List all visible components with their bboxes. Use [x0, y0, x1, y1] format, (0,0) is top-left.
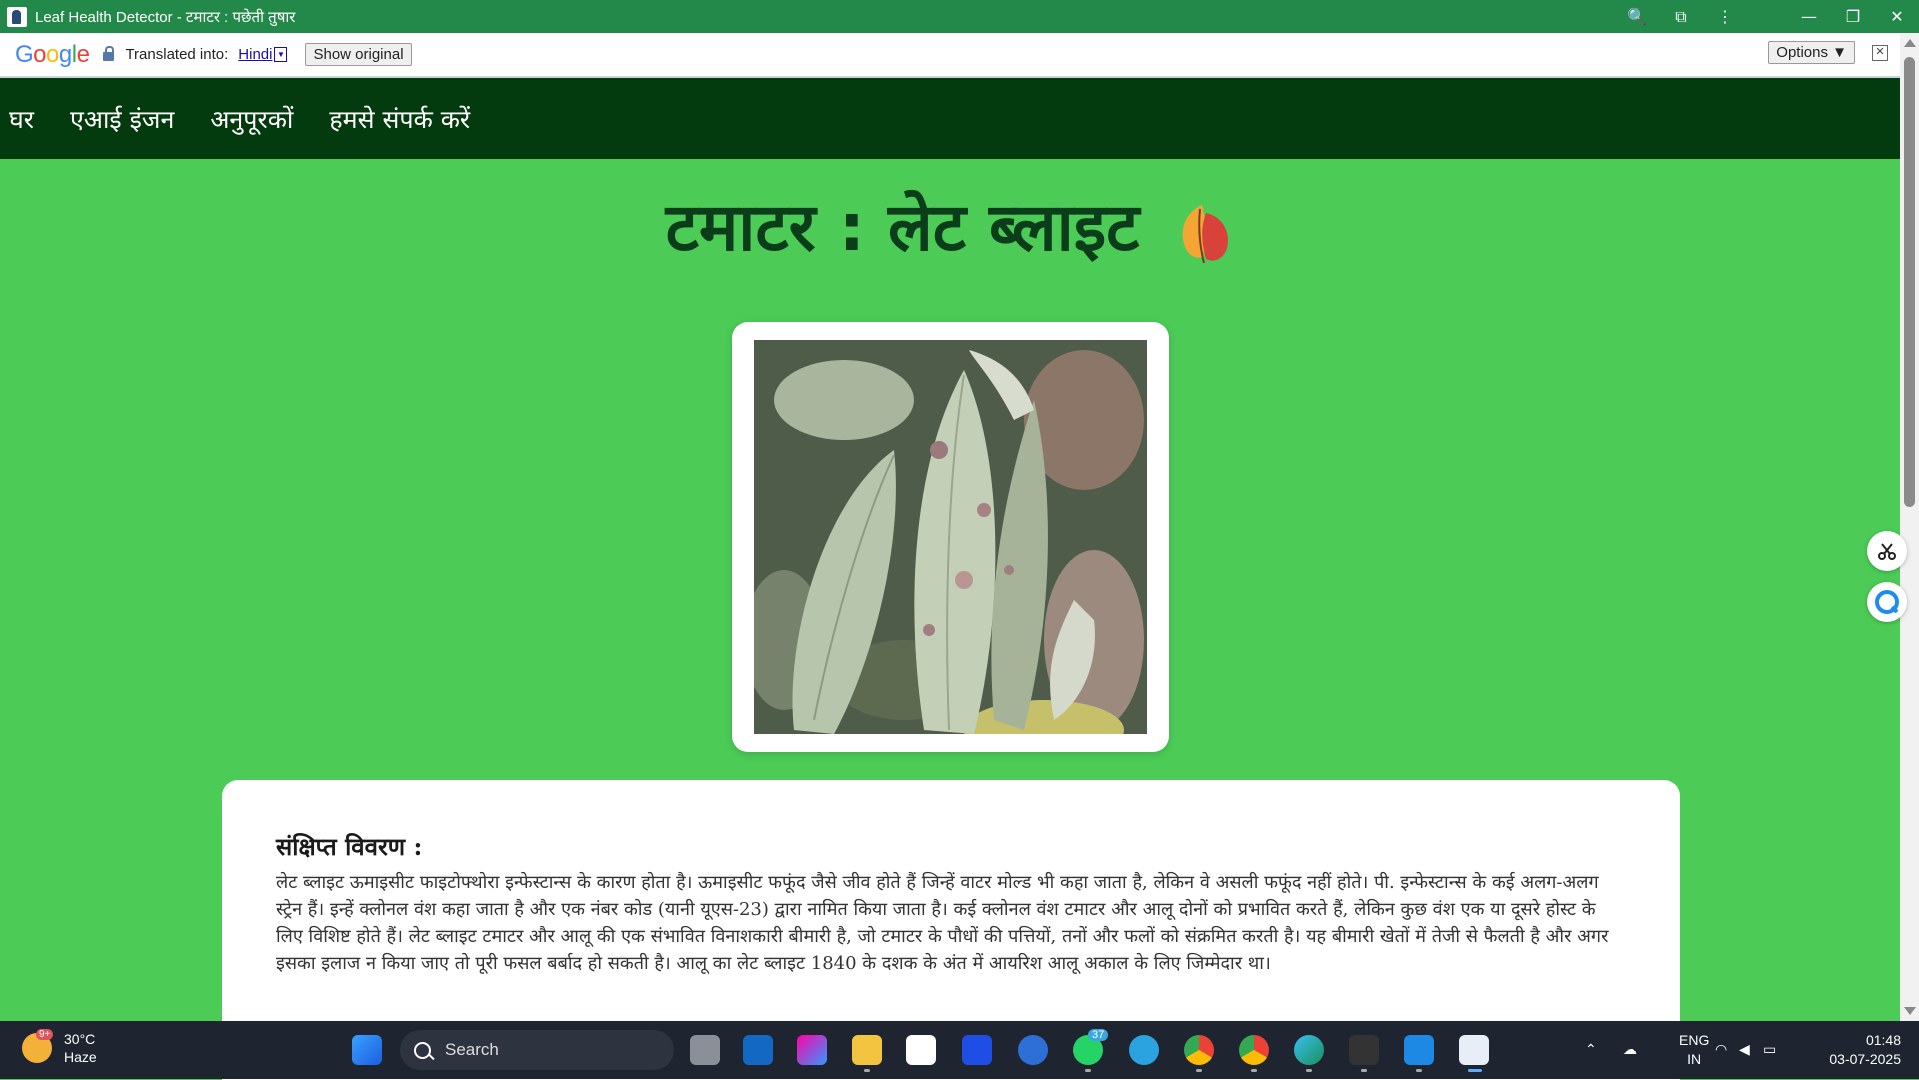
app-icon	[7, 6, 27, 27]
teams-icon[interactable]	[1018, 1035, 1048, 1065]
onedrive-icon[interactable]: ☁	[1623, 1041, 1637, 1058]
scissors-fab[interactable]	[1867, 531, 1907, 571]
description-text: लेट ब्लाइट ऊमाइसीट फाइटोफ्थोरा इन्फेस्टा…	[276, 872, 1609, 974]
terminal-icon[interactable]	[1349, 1035, 1379, 1065]
leaf-photo	[754, 340, 1147, 734]
scroll-up-arrow-icon[interactable]	[1904, 39, 1916, 47]
show-original-button[interactable]: Show original	[305, 43, 412, 66]
description-heading: संक्षिप्त विवरण :	[276, 832, 423, 861]
weather-temperature: 30°C	[64, 1031, 96, 1047]
page-scrollbar[interactable]	[1900, 33, 1919, 1021]
restore-button[interactable]: ❐	[1831, 0, 1875, 33]
nav-item-supplements[interactable]: अनुपूरकों	[210, 102, 293, 136]
nav-item-contact[interactable]: हमसे संपर्क करें	[329, 102, 470, 136]
weather-sun-icon: 9+	[22, 1029, 54, 1063]
translate-options-button[interactable]: Options ▼	[1768, 41, 1855, 64]
window-titlebar: Leaf Health Detector - टमाटर : पछेती तुष…	[0, 0, 1919, 33]
leaf-health-detector-taskbar-icon[interactable]	[1459, 1035, 1489, 1065]
taskbar: 9+ 30°C Haze Search 37 ⌃ ☁ ENG IN ◠ ◀ ▭ …	[0, 1021, 1919, 1079]
autumn-leaf-icon	[1182, 204, 1229, 264]
whatsapp-badge: 37	[1088, 1029, 1109, 1041]
lock-icon	[103, 46, 115, 61]
close-button[interactable]: ✕	[1875, 0, 1919, 33]
language-dropdown-icon[interactable]: ▼	[274, 47, 288, 62]
window-title: Leaf Health Detector - टमाटर : पछेती तुष…	[35, 8, 296, 26]
lang-code: ENG	[1679, 1032, 1710, 1048]
show-hidden-icons-icon[interactable]: ⌃	[1585, 1041, 1597, 1058]
lang-region: IN	[1687, 1051, 1702, 1067]
microsoft-store-icon[interactable]	[906, 1035, 936, 1065]
zoom-icon[interactable]: 🔍	[1615, 0, 1659, 33]
chrome-icon[interactable]	[1184, 1035, 1214, 1065]
chat-assistant-fab[interactable]	[1867, 582, 1907, 622]
task-view-icon[interactable]	[690, 1035, 720, 1065]
translate-bar: Google Translated into: Hindi ▼ Show ori…	[0, 33, 1900, 78]
scroll-thumb[interactable]	[1904, 57, 1915, 507]
nav-item-ai-engine[interactable]: एआई इंजन	[70, 102, 174, 136]
leaf-image-card	[732, 322, 1169, 752]
input-language[interactable]: ENG IN	[1679, 1031, 1709, 1069]
file-explorer-icon[interactable]	[852, 1035, 882, 1065]
page-title: टमाटर : लेट ब्लाइट	[0, 180, 1900, 270]
more-menu-icon[interactable]: ⋮	[1703, 0, 1747, 33]
translate-language-link[interactable]: Hindi	[238, 46, 272, 63]
translated-into-label: Translated into:	[125, 46, 229, 63]
vscode-icon[interactable]	[1404, 1035, 1434, 1065]
volume-icon[interactable]: ◀	[1739, 1041, 1750, 1058]
page-title-text: टमाटर : लेट ब्लाइट	[665, 189, 1140, 266]
copilot-icon[interactable]	[797, 1035, 827, 1065]
start-button-icon[interactable]	[352, 1035, 382, 1065]
taskbar-search-label: Search	[445, 1040, 499, 1059]
edge-icon[interactable]	[1294, 1035, 1324, 1065]
site-navbar: घर एआई इंजन अनुपूरकों हमसे संपर्क करें	[0, 78, 1900, 159]
google-logo: Google	[15, 40, 90, 68]
clock[interactable]: 01:48 03-07-2025	[1815, 1031, 1901, 1069]
translate-close-icon[interactable]: ✕	[1872, 45, 1888, 61]
search-icon	[414, 1041, 431, 1059]
minimize-button[interactable]: —	[1787, 0, 1831, 33]
telegram-icon[interactable]	[1129, 1035, 1159, 1065]
chat-assistant-icon	[1875, 590, 1899, 614]
battery-icon[interactable]: ▭	[1763, 1041, 1776, 1058]
weather-description: Haze	[64, 1049, 97, 1065]
weather-widget[interactable]: 9+ 30°C Haze	[22, 1029, 97, 1066]
weather-badge: 9+	[36, 1029, 54, 1040]
window-controls: 🔍 ⧉ ⋮ — ❐ ✕	[1615, 0, 1919, 33]
wifi-icon[interactable]: ◠	[1715, 1041, 1727, 1058]
clock-time: 01:48	[1865, 1032, 1901, 1048]
outlook-icon[interactable]	[743, 1035, 773, 1065]
scissors-icon	[1878, 543, 1896, 560]
scroll-down-arrow-icon[interactable]	[1904, 1007, 1916, 1015]
app-icon-blue[interactable]	[962, 1035, 992, 1065]
chrome-profile-icon[interactable]	[1239, 1035, 1269, 1065]
nav-item-home[interactable]: घर	[9, 102, 34, 136]
clock-date: 03-07-2025	[1829, 1051, 1901, 1067]
taskbar-search[interactable]: Search	[400, 1030, 674, 1070]
extensions-icon[interactable]: ⧉	[1659, 0, 1703, 33]
